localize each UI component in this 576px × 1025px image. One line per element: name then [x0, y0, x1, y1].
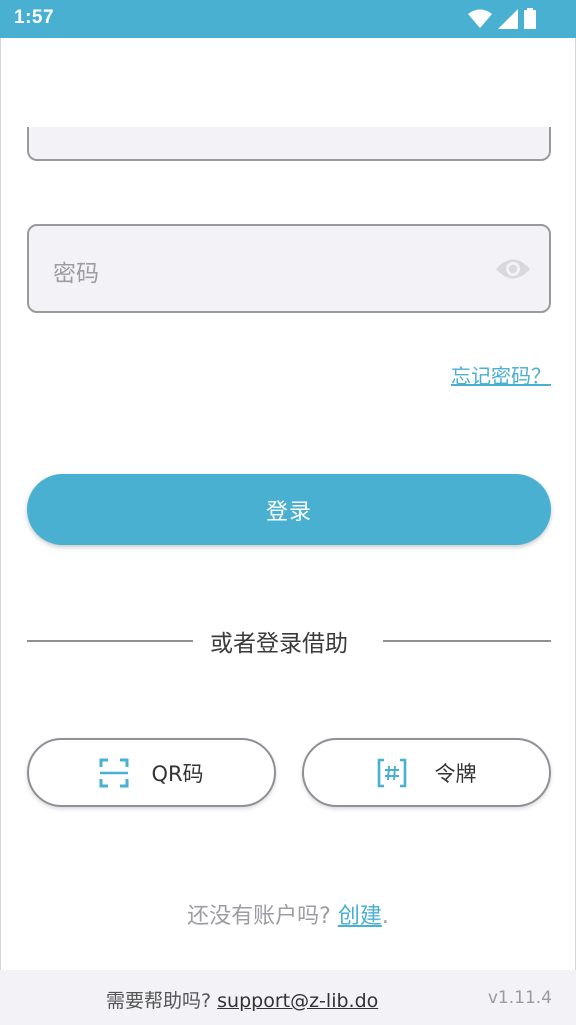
divider-line-right: [383, 640, 551, 642]
signup-suffix: .: [381, 904, 389, 929]
status-icons: [468, 8, 536, 29]
divider-text: 或者登录借助: [210, 631, 348, 657]
token-login-label: 令牌: [434, 761, 477, 786]
help-text: 需要帮助吗? support@z-lib.do: [106, 986, 378, 1013]
qr-login-button[interactable]: QR码: [27, 738, 276, 807]
help-label: 需要帮助吗?: [106, 990, 212, 1012]
token-login-button[interactable]: 令牌: [302, 738, 551, 807]
signup-text: 还没有账户吗?: [187, 904, 331, 929]
qr-login-label: QR码: [151, 761, 204, 786]
username-field[interactable]: [27, 127, 551, 161]
token-hash-icon: [377, 758, 406, 787]
qr-scan-icon: [99, 758, 129, 787]
show-password-icon[interactable]: [495, 256, 531, 286]
create-account-link[interactable]: 创建: [338, 904, 382, 929]
support-email-link[interactable]: support@z-lib.do: [217, 990, 378, 1012]
signup-prompt: 还没有账户吗? 创建.: [0, 898, 576, 930]
app-version: v1.11.4: [487, 988, 552, 1008]
signal-icon: [498, 8, 518, 29]
login-button[interactable]: 登录: [27, 474, 551, 545]
password-placeholder: 密码: [53, 261, 99, 287]
divider-line-left: [27, 640, 193, 642]
forgot-password-link[interactable]: 忘记密码？: [451, 360, 551, 389]
footer: 需要帮助吗? support@z-lib.do v1.11.4: [0, 970, 576, 1025]
battery-icon: [524, 8, 536, 29]
status-time: 1:57: [14, 7, 55, 28]
wifi-icon: [468, 9, 492, 28]
or-login-divider: 或者登录借助: [27, 624, 551, 660]
password-field[interactable]: 密码: [27, 224, 551, 313]
status-bar: 1:57: [0, 0, 576, 38]
